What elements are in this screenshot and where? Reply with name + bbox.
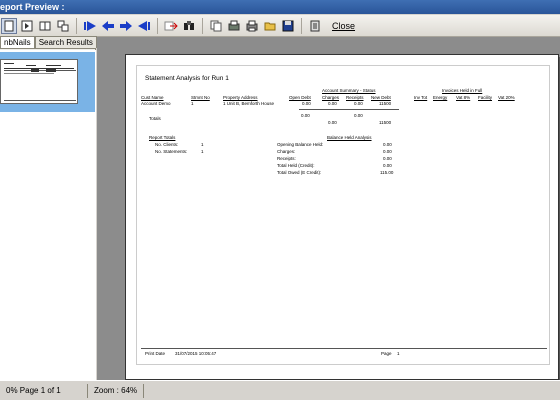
thumbnail-content-icon — [4, 63, 76, 101]
previous-page-icon[interactable] — [100, 18, 116, 34]
goto-page-icon[interactable] — [163, 18, 179, 34]
multi-page-icon[interactable] — [55, 18, 71, 34]
next-page-icon[interactable] — [118, 18, 134, 34]
row-charges: 0.00 — [328, 101, 337, 106]
thumbnail-list[interactable] — [0, 50, 96, 380]
totals-new-debt: 11500 — [379, 120, 392, 125]
report-content: Statement Analysis for Run 1 Account Sum… — [136, 65, 550, 365]
row-address: 1 Unit B, Bemforth House — [223, 101, 275, 106]
row-cust-name: Account Demo — [141, 101, 171, 106]
pane-tabs: nbNails Search Results — [0, 36, 97, 49]
tab-search-results[interactable]: Search Results — [34, 36, 97, 48]
toolbar: Close — [0, 15, 560, 37]
balance-label: Receipts: — [277, 156, 296, 161]
print-setup-icon[interactable] — [226, 18, 242, 34]
toolbar-separator — [301, 17, 302, 34]
page-number: 1 — [397, 351, 400, 356]
last-page-icon[interactable] — [136, 18, 152, 34]
column-header: Charges — [322, 95, 340, 100]
status-bar: 0% Page 1 of 1 Zoom : 64% — [0, 380, 560, 400]
window-title: eport Preview : — [0, 2, 65, 12]
balance-label: Opening Balance Held: — [277, 142, 324, 147]
page-label: Page — [381, 351, 392, 356]
first-page-icon[interactable] — [82, 18, 98, 34]
column-header: Property Address — [223, 95, 258, 100]
column-header: Cust Name — [141, 95, 164, 100]
print-icon[interactable] — [244, 18, 260, 34]
thumbnail-pane: nbNails Search Results — [0, 36, 97, 380]
balance-label: Charges: — [277, 149, 296, 154]
tab-thumbnails[interactable]: nbNails — [0, 36, 35, 48]
divider — [299, 109, 399, 110]
find-icon[interactable] — [181, 18, 197, 34]
report-title: Statement Analysis for Run 1 — [145, 75, 229, 82]
column-header: Vat 8% — [456, 95, 471, 100]
totals-charges: 0.00 — [328, 120, 337, 125]
totals-receipts: 0.00 — [354, 113, 363, 118]
balance-label: Total Owed (E Credit): — [277, 170, 322, 175]
column-header: New Debt — [371, 95, 391, 100]
exit-icon[interactable] — [307, 18, 323, 34]
totals-label: Totals — [149, 116, 161, 121]
row-receipts: 0.00 — [354, 101, 363, 106]
page-status: 0% Page 1 of 1 — [0, 383, 88, 398]
title-bar: eport Preview : — [0, 0, 560, 14]
close-button[interactable]: Close — [330, 21, 357, 31]
column-header: Facility — [478, 95, 493, 100]
one-page-icon[interactable] — [19, 18, 35, 34]
single-page-view-icon[interactable] — [1, 17, 17, 34]
balance-value: 115.00 — [380, 170, 394, 175]
page-thumbnail[interactable] — [0, 59, 78, 104]
column-header: Energy — [433, 95, 448, 100]
toolbar-separator — [157, 17, 158, 34]
statements-label: No. Statements: — [155, 149, 188, 154]
footer-divider — [141, 348, 547, 349]
column-header: Inv Tot — [414, 95, 428, 100]
save-icon[interactable] — [280, 18, 296, 34]
row-new-debt: 11500 — [379, 101, 392, 106]
group-header-account-summary: Account Summary - Status — [322, 88, 376, 93]
column-header: Open Debt — [289, 95, 311, 100]
statements-value: 1 — [201, 149, 204, 154]
toolbar-separator — [202, 17, 203, 34]
clients-value: 1 — [201, 142, 204, 147]
open-folder-icon[interactable] — [262, 18, 278, 34]
column-header: Vat 20% — [498, 95, 515, 100]
row-open-debt: 0.00 — [302, 101, 311, 106]
report-totals-title: Report Totals — [149, 135, 176, 140]
balance-label: Total Held (Credit): — [277, 163, 315, 168]
report-page: Statement Analysis for Run 1 Account Sum… — [125, 54, 559, 380]
clients-label: No. Clients: — [155, 142, 179, 147]
totals-open-debt: 0.00 — [301, 113, 310, 118]
thumbnail-selected[interactable] — [0, 52, 95, 112]
copy-icon[interactable] — [208, 18, 224, 34]
preview-area[interactable]: Statement Analysis for Run 1 Account Sum… — [97, 37, 560, 380]
balance-value: 0.00 — [383, 156, 392, 161]
two-page-icon[interactable] — [37, 18, 53, 34]
print-date-value: 31/07/2015 10:05:47 — [175, 351, 217, 356]
column-header: Stmnt No — [191, 95, 210, 100]
column-header: Receipts — [346, 95, 364, 100]
balance-value: 0.00 — [383, 142, 392, 147]
zoom-status: Zoom : 64% — [88, 383, 145, 398]
balance-value: 0.00 — [383, 163, 392, 168]
balance-value: 0.00 — [383, 149, 392, 154]
print-date-label: Print Date — [145, 351, 166, 356]
group-header-invoices-held: Invoices Held in Full — [442, 88, 483, 93]
balance-title: Balance Held Analysis — [327, 135, 372, 140]
toolbar-separator — [76, 17, 77, 34]
row-stmnt-no: 1 — [191, 101, 194, 106]
